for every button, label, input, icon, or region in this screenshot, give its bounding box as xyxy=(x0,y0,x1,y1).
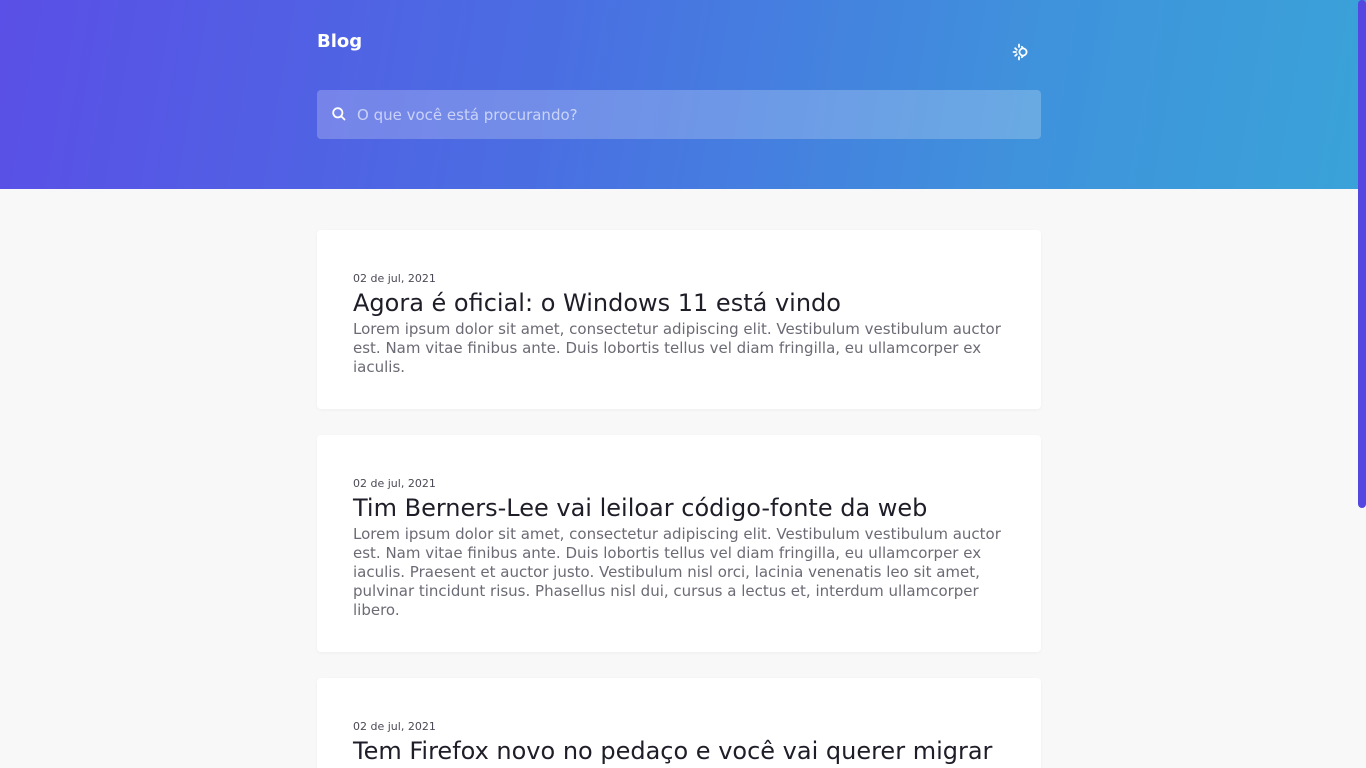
post-title[interactable]: Tim Berners-Lee vai leiloar código-fonte… xyxy=(353,493,1005,523)
post-date: 02 de jul, 2021 xyxy=(353,720,436,733)
scrollbar-thumb[interactable] xyxy=(1358,0,1366,508)
post-excerpt: Lorem ipsum dolor sit amet, consectetur … xyxy=(353,525,1001,619)
post-date: 02 de jul, 2021 xyxy=(353,477,436,490)
post-card[interactable]: 02 de jul, 2021 Agora é oficial: o Windo… xyxy=(317,230,1041,409)
post-card[interactable]: 02 de jul, 2021 Tim Berners-Lee vai leil… xyxy=(317,435,1041,652)
post-title[interactable]: Tem Firefox novo no pedaço e você vai qu… xyxy=(353,736,1005,766)
post-date: 02 de jul, 2021 xyxy=(353,272,436,285)
post-card[interactable]: 02 de jul, 2021 Tem Firefox novo no peda… xyxy=(317,678,1041,768)
search-icon xyxy=(332,107,346,121)
sun-icon xyxy=(1012,43,1028,61)
search-bar[interactable] xyxy=(317,90,1041,139)
brand-title[interactable]: Blog xyxy=(317,31,362,52)
post-title[interactable]: Agora é oficial: o Windows 11 está vindo xyxy=(353,288,1005,318)
post-excerpt: Lorem ipsum dolor sit amet, consectetur … xyxy=(353,320,1001,376)
theme-toggle-button[interactable] xyxy=(1010,42,1032,62)
header: Blog xyxy=(0,0,1366,189)
search-input[interactable] xyxy=(357,90,1027,139)
